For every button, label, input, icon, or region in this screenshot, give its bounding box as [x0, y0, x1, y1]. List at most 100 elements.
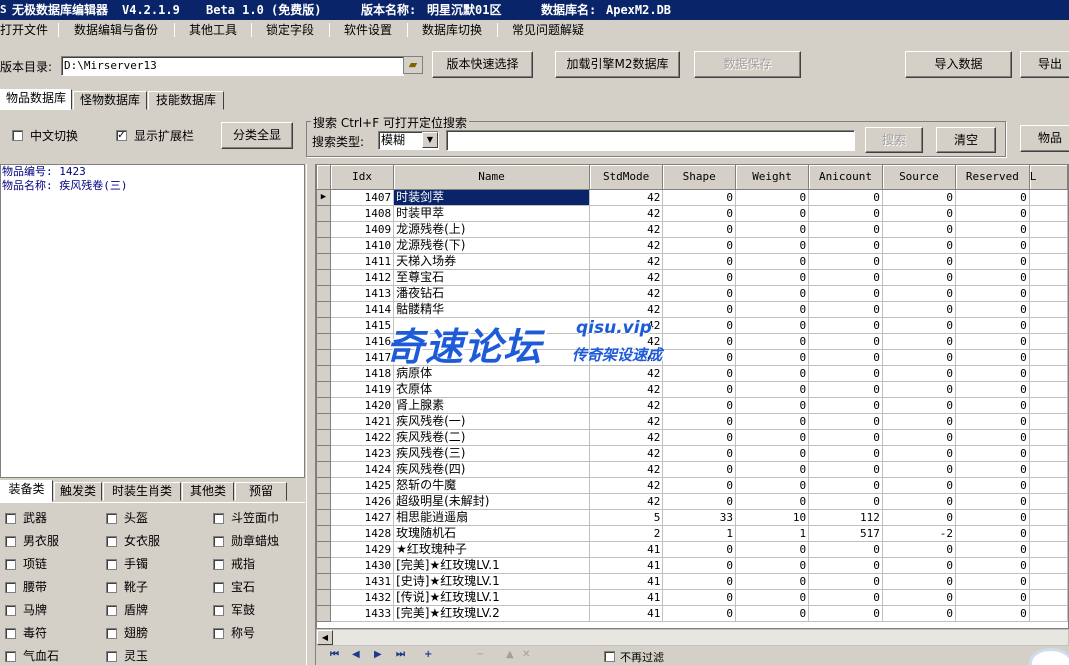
grid-cell-stdmode[interactable]: 42: [589, 365, 664, 382]
row-indicator[interactable]: [317, 429, 332, 446]
grid-cell-anicount[interactable]: 0: [808, 253, 883, 270]
table-row[interactable]: 1419 衣原体 42 0 0 0 0 0: [317, 381, 1068, 398]
category-checkbox[interactable]: [5, 559, 16, 570]
grid-cell-name[interactable]: 时装甲萃: [393, 205, 590, 222]
grid-cell-idx[interactable]: 1432: [330, 589, 395, 606]
category-checkbox[interactable]: [106, 536, 117, 547]
row-indicator[interactable]: [317, 461, 332, 478]
grid-cell-name[interactable]: [传说]★红玫瑰LV.1: [393, 589, 590, 606]
row-indicator[interactable]: [317, 317, 332, 334]
column-header[interactable]: StdMode: [589, 165, 664, 190]
grid-cell-stdmode[interactable]: 42: [589, 205, 664, 222]
grid-cell-overflow[interactable]: [1029, 557, 1068, 574]
grid-cell-overflow[interactable]: [1029, 605, 1068, 622]
grid-cell-anicount[interactable]: 0: [808, 461, 883, 478]
category-checkbox[interactable]: [5, 582, 16, 593]
row-indicator[interactable]: [317, 381, 332, 398]
panel-splitter[interactable]: [306, 164, 316, 665]
grid-cell-stdmode[interactable]: 41: [589, 605, 664, 622]
item-grid[interactable]: Idx Name StdMode Shape Weight Anicount S…: [316, 164, 1069, 629]
tab-other[interactable]: 其他类: [182, 482, 234, 501]
grid-cell-anicount[interactable]: 0: [808, 381, 883, 398]
grid-cell-shape[interactable]: 0: [662, 269, 737, 286]
grid-cell-weight[interactable]: 0: [735, 493, 810, 510]
grid-cell-stdmode[interactable]: 42: [589, 237, 664, 254]
grid-cell-anicount[interactable]: 517: [808, 525, 883, 542]
grid-cell-stdmode[interactable]: 42: [589, 333, 664, 350]
table-row[interactable]: 1429 ★红玫瑰种子 41 0 0 0 0 0: [317, 541, 1068, 558]
grid-cell-reserved[interactable]: 0: [955, 221, 1030, 238]
row-indicator[interactable]: [317, 477, 332, 494]
quick-select-button[interactable]: 版本快速选择: [432, 51, 533, 78]
grid-cell-reserved[interactable]: 0: [955, 541, 1030, 558]
grid-cell-shape[interactable]: 0: [662, 445, 737, 462]
grid-cell-name[interactable]: 天梯入场券: [393, 253, 590, 270]
grid-cell-shape[interactable]: 0: [662, 189, 737, 206]
grid-cell-reserved[interactable]: 0: [955, 557, 1030, 574]
grid-cell-shape[interactable]: 0: [662, 397, 737, 414]
grid-cell-overflow[interactable]: [1029, 301, 1068, 318]
grid-cell-overflow[interactable]: [1029, 285, 1068, 302]
row-indicator[interactable]: [317, 221, 332, 238]
grid-cell-stdmode[interactable]: 42: [589, 285, 664, 302]
table-row[interactable]: 1430 [完美]★红玫瑰LV.1 41 0 0 0 0 0: [317, 557, 1068, 574]
filter-checkbox[interactable]: [604, 651, 615, 662]
grid-cell-name[interactable]: 疾风残卷(四): [393, 461, 590, 478]
grid-cell-source[interactable]: 0: [882, 381, 956, 398]
table-row[interactable]: 1413 潘夜钻石 42 0 0 0 0 0: [317, 285, 1068, 302]
grid-cell-shape[interactable]: 0: [662, 365, 737, 382]
grid-cell-anicount[interactable]: 0: [808, 493, 883, 510]
grid-cell-anicount[interactable]: 0: [808, 221, 883, 238]
grid-cell-weight[interactable]: 0: [735, 461, 810, 478]
grid-cell-stdmode[interactable]: 42: [589, 269, 664, 286]
grid-cell-source[interactable]: 0: [882, 333, 956, 350]
grid-cell-source[interactable]: 0: [882, 429, 956, 446]
search-type-select[interactable]: 模糊 ▼: [378, 131, 439, 150]
grid-cell-anicount[interactable]: 0: [808, 301, 883, 318]
row-indicator[interactable]: [317, 541, 332, 558]
grid-cell-name[interactable]: 超级明星(未解封): [393, 493, 590, 510]
search-button[interactable]: 搜索: [865, 127, 923, 153]
grid-cell-name[interactable]: 时装剑萃: [393, 189, 590, 206]
grid-cell-shape[interactable]: 0: [662, 221, 737, 238]
grid-cell-idx[interactable]: 1418: [330, 365, 395, 382]
grid-cell-idx[interactable]: 1431: [330, 573, 395, 590]
row-indicator[interactable]: [317, 333, 332, 350]
nav-insert-icon[interactable]: +: [424, 649, 432, 660]
load-engine-button[interactable]: 加载引擎M2数据库: [555, 51, 680, 78]
grid-cell-reserved[interactable]: 0: [955, 301, 1030, 318]
grid-cell-anicount[interactable]: 0: [808, 285, 883, 302]
menu-settings[interactable]: 软件设置: [344, 22, 392, 38]
grid-cell-source[interactable]: -2: [882, 525, 956, 542]
grid-cell-name[interactable]: 怒斩の牛魔: [393, 477, 590, 494]
grid-cell-overflow[interactable]: [1029, 221, 1068, 238]
grid-cell-idx[interactable]: 1427: [330, 509, 395, 526]
menu-data-edit-backup[interactable]: 数据编辑与备份: [74, 22, 158, 38]
table-row[interactable]: 1418 病原体 42 0 0 0 0 0: [317, 365, 1068, 382]
grid-cell-overflow[interactable]: [1029, 349, 1068, 366]
tab-item-db[interactable]: 物品数据库: [0, 89, 72, 110]
row-indicator[interactable]: [317, 413, 332, 430]
grid-cell-reserved[interactable]: 0: [955, 509, 1030, 526]
grid-cell-name[interactable]: 疾风残卷(三): [393, 445, 590, 462]
grid-cell-weight[interactable]: 0: [735, 557, 810, 574]
grid-cell-idx[interactable]: 1416: [330, 333, 395, 350]
grid-cell-weight[interactable]: 0: [735, 205, 810, 222]
grid-cell-stdmode[interactable]: 42: [589, 477, 664, 494]
grid-cell-stdmode[interactable]: 42: [589, 381, 664, 398]
grid-cell-shape[interactable]: 0: [662, 605, 737, 622]
grid-cell-reserved[interactable]: 0: [955, 429, 1030, 446]
grid-cell-shape[interactable]: 0: [662, 461, 737, 478]
tab-monster-db[interactable]: 怪物数据库: [73, 91, 147, 110]
row-indicator[interactable]: [317, 589, 332, 606]
grid-cell-idx[interactable]: 1425: [330, 477, 395, 494]
category-checkbox[interactable]: [213, 582, 224, 593]
row-indicator[interactable]: [317, 573, 332, 590]
nav-delete-icon[interactable]: −: [476, 649, 484, 660]
grid-cell-name[interactable]: 玫瑰随机石: [393, 525, 590, 542]
table-row[interactable]: 1412 至尊宝石 42 0 0 0 0 0: [317, 269, 1068, 286]
row-indicator[interactable]: [317, 365, 332, 382]
grid-cell-shape[interactable]: 0: [662, 589, 737, 606]
grid-cell-source[interactable]: 0: [882, 605, 956, 622]
category-checkbox[interactable]: [5, 628, 16, 639]
